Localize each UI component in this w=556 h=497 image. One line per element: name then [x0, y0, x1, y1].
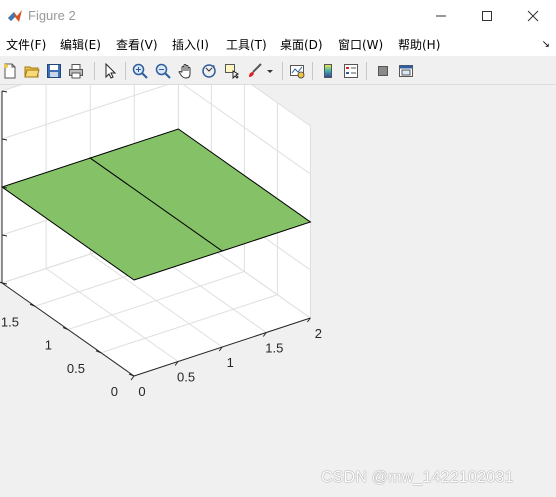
print-icon[interactable]: [66, 61, 86, 81]
minimize-button[interactable]: [418, 0, 464, 32]
y-tick-label: 0: [111, 384, 118, 399]
save-icon[interactable]: [44, 61, 64, 81]
menu-edit[interactable]: 编辑(E): [60, 36, 101, 53]
rotate-3d-icon[interactable]: [199, 61, 219, 81]
open-file-icon[interactable]: [22, 61, 42, 81]
colorbar-icon[interactable]: [318, 61, 338, 81]
maximize-icon: [482, 11, 492, 21]
menu-view[interactable]: 查看(V): [116, 36, 158, 53]
x-tick-label: 0.5: [177, 370, 195, 385]
pan-hand-icon[interactable]: [176, 61, 196, 81]
menu-window[interactable]: 窗口(W): [338, 36, 383, 53]
toolbar-separator: [312, 62, 313, 80]
axes-3d[interactable]: 00.511.5200.511.52-1-0.500.51: [0, 85, 556, 497]
hide-plot-tools-icon[interactable]: [373, 61, 393, 81]
menu-help[interactable]: 帮助(H): [398, 36, 440, 53]
toolbar-separator: [282, 62, 283, 80]
close-button[interactable]: [510, 0, 556, 32]
brush-icon[interactable]: [245, 61, 265, 81]
legend-icon[interactable]: [341, 61, 361, 81]
title-bar: Figure 2: [0, 0, 556, 32]
show-plot-tools-icon[interactable]: [396, 61, 416, 81]
close-icon: [527, 10, 539, 22]
y-tick-label: 1.5: [1, 314, 19, 329]
matlab-logo-icon: [8, 10, 22, 22]
x-tick-label: 1.5: [265, 341, 283, 356]
minimize-icon: [436, 15, 446, 17]
watermark-text: CSDN @mw_1422102031: [321, 469, 514, 486]
pointer-icon[interactable]: [100, 61, 120, 81]
menu-overflow-icon[interactable]: ↘: [542, 39, 550, 50]
menu-bar: 文件(F) 编辑(E) 查看(V) 插入(I) 工具(T) 桌面(D) 窗口(W…: [0, 32, 556, 56]
menu-file[interactable]: 文件(F): [6, 36, 46, 53]
data-cursor-icon[interactable]: [222, 61, 242, 81]
zoom-in-icon[interactable]: [130, 61, 150, 81]
menu-tools[interactable]: 工具(T): [226, 36, 267, 53]
window-title: Figure 2: [28, 8, 76, 23]
x-tick-label: 1: [227, 355, 234, 370]
menu-desktop[interactable]: 桌面(D): [280, 36, 323, 53]
x-tick-label: 2: [315, 326, 322, 341]
zoom-out-icon[interactable]: [153, 61, 173, 81]
figure-canvas[interactable]: 00.511.5200.511.52-1-0.500.51: [0, 85, 556, 497]
menu-insert[interactable]: 插入(I): [172, 36, 209, 53]
toolbar-separator: [94, 62, 95, 80]
maximize-button[interactable]: [464, 0, 510, 32]
y-tick-label: 0.5: [67, 361, 85, 376]
toolbar-separator: [125, 62, 126, 80]
new-figure-icon[interactable]: [0, 61, 20, 81]
toolbar-separator: [366, 62, 367, 80]
x-tick-mark: [130, 375, 135, 381]
x-tick-label: 0: [138, 384, 145, 399]
figure-toolbar: [0, 58, 556, 85]
brush-dropdown-icon[interactable]: [264, 61, 276, 81]
link-plot-icon[interactable]: [287, 61, 307, 81]
y-tick-label: 1: [45, 338, 52, 353]
